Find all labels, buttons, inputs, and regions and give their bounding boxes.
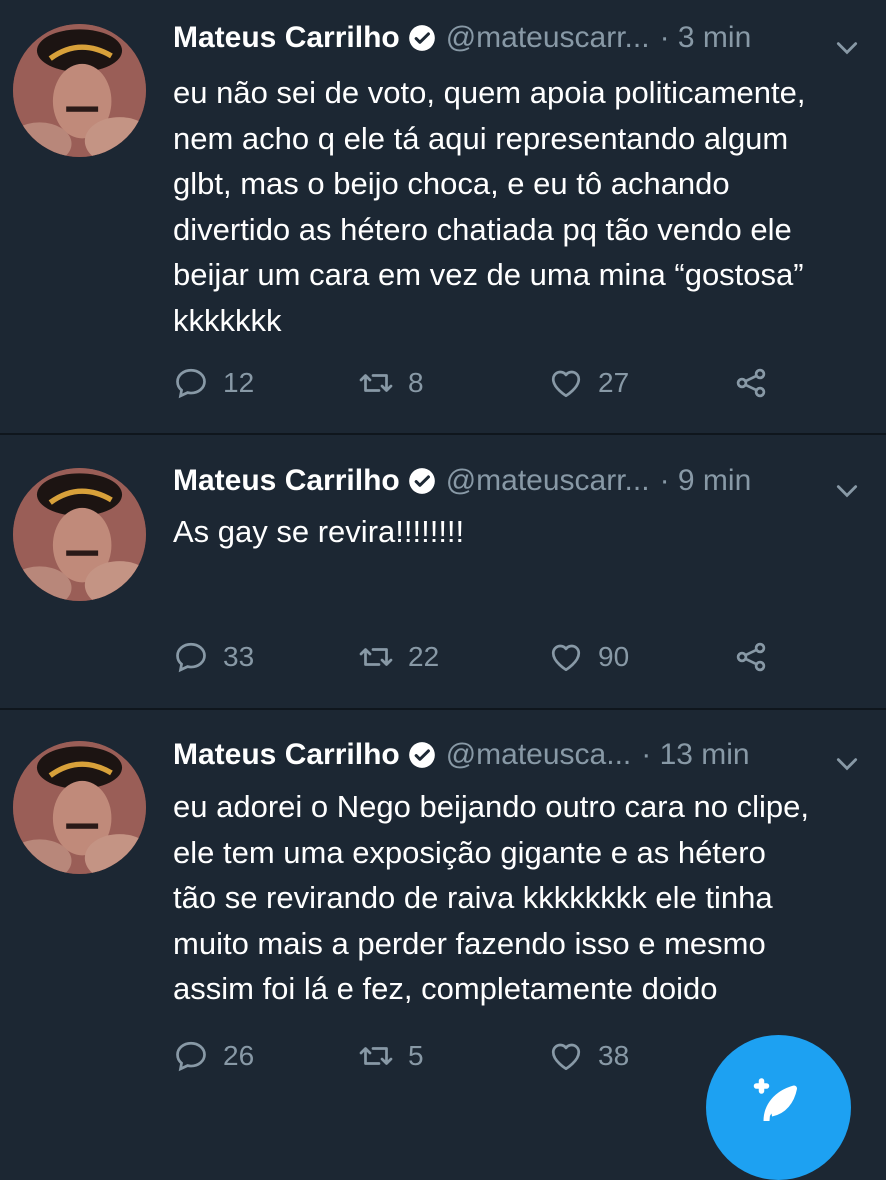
tweet-header: Mateus Carrilho @mateusca... · 13 min — [173, 735, 750, 775]
tweet[interactable]: Mateus Carrilho @mateuscarr... · 9 min A… — [0, 435, 886, 708]
timestamp[interactable]: · 13 min — [641, 738, 749, 772]
compose-tweet-icon — [753, 1078, 797, 1122]
like-button[interactable]: 27 — [548, 361, 629, 405]
tweet[interactable]: Mateus Carrilho @mateuscarr... · 3 min e… — [0, 0, 886, 434]
user-handle[interactable]: @mateusca... — [446, 738, 632, 772]
retweet-icon — [359, 1047, 393, 1065]
heart-icon — [551, 644, 581, 672]
display-name[interactable]: Mateus Carrilho — [173, 21, 400, 55]
timestamp[interactable]: · 3 min — [660, 21, 752, 55]
reply-button[interactable]: 12 — [173, 361, 254, 405]
like-count: 90 — [598, 641, 630, 672]
timestamp[interactable]: · 9 min — [660, 464, 752, 498]
heart-icon — [551, 370, 581, 398]
verified-badge-icon — [408, 742, 435, 768]
tweet-header: Mateus Carrilho @mateuscarr... · 9 min — [173, 461, 751, 501]
retweet-count: 8 — [408, 367, 424, 398]
retweet-button[interactable]: 8 — [358, 361, 424, 405]
retweet-icon — [359, 374, 393, 392]
reply-count: 12 — [223, 367, 255, 398]
display-name[interactable]: Mateus Carrilho — [173, 738, 400, 772]
retweet-icon — [359, 648, 393, 666]
tweet-header: Mateus Carrilho @mateuscarr... · 3 min — [173, 18, 751, 58]
chevron-down-icon[interactable] — [834, 751, 860, 777]
tweet-text: As gay se revira!!!!!!!! — [173, 514, 465, 549]
reply-count: 33 — [223, 641, 255, 672]
reply-icon — [176, 1041, 206, 1072]
user-handle[interactable]: @mateuscarr... — [446, 21, 650, 55]
reply-button[interactable]: 33 — [173, 635, 254, 679]
display-name[interactable]: Mateus Carrilho — [173, 464, 400, 498]
retweet-count: 22 — [408, 641, 440, 672]
share-icon — [736, 642, 766, 672]
verified-badge-icon — [408, 468, 435, 494]
reply-icon — [176, 368, 206, 399]
tweet-text: eu não sei de voto, quem apoia politicam… — [173, 75, 806, 338]
avatar[interactable] — [13, 24, 146, 157]
compose-tweet-button[interactable] — [706, 1035, 851, 1180]
like-count: 38 — [598, 1040, 630, 1071]
chevron-down-icon[interactable] — [834, 35, 860, 61]
tweet-actions: 12 8 27 — [173, 361, 813, 405]
tweet-text: eu adorei o Nego beijando outro cara no … — [173, 789, 809, 1006]
chevron-down-icon[interactable] — [834, 478, 860, 504]
avatar[interactable] — [13, 741, 146, 874]
retweet-button[interactable]: 5 — [358, 1034, 424, 1078]
like-count: 27 — [598, 367, 630, 398]
share-button[interactable] — [733, 361, 769, 405]
reply-icon — [176, 642, 206, 673]
verified-badge-icon — [408, 25, 435, 51]
avatar[interactable] — [13, 468, 146, 601]
heart-icon — [551, 1043, 581, 1071]
reply-count: 26 — [223, 1040, 255, 1071]
reply-button[interactable]: 26 — [173, 1034, 254, 1078]
like-button[interactable]: 90 — [548, 635, 629, 679]
retweet-button[interactable]: 22 — [358, 635, 439, 679]
share-icon — [736, 368, 766, 398]
tweet-actions: 33 22 90 — [173, 635, 813, 679]
retweet-count: 5 — [408, 1040, 424, 1071]
share-button[interactable] — [733, 635, 769, 679]
user-handle[interactable]: @mateuscarr... — [446, 464, 650, 498]
like-button[interactable]: 38 — [548, 1034, 629, 1078]
